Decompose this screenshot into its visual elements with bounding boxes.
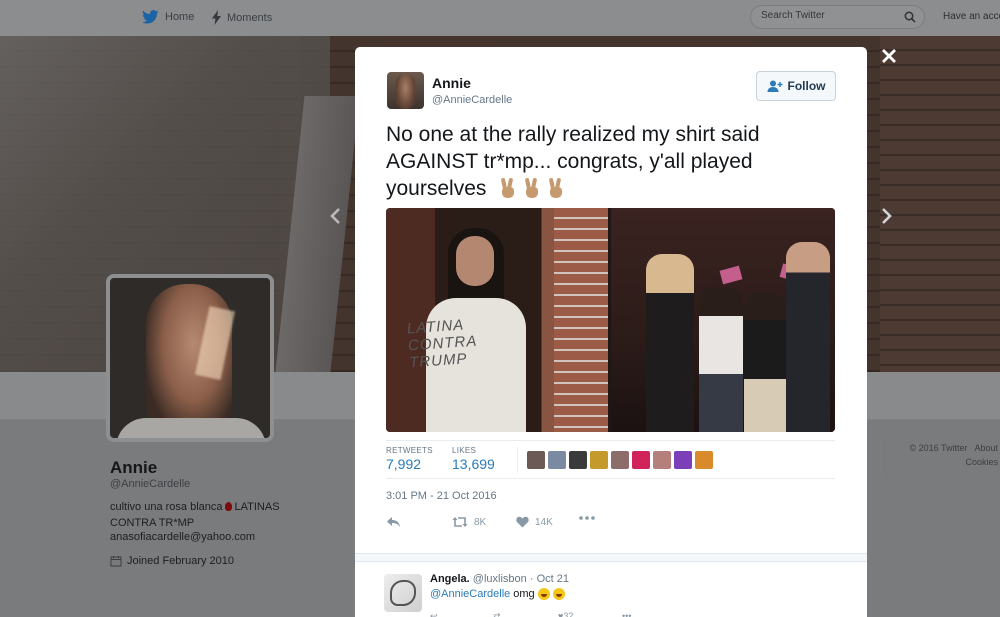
footer-about-link[interactable]: About <box>974 443 998 453</box>
profile-joined-text: Joined February 2010 <box>127 555 235 567</box>
have-account-link[interactable]: Have an accc <box>943 11 1000 22</box>
footer-copyright: © 2016 Twitter <box>909 443 968 453</box>
tweet-author-avatar[interactable] <box>387 72 424 109</box>
reply-retweet-icon[interactable]: ⇄ <box>493 611 501 617</box>
reply-like-button[interactable]: ♥ 32 <box>558 611 573 617</box>
retweet-count: 8K <box>474 516 487 528</box>
retweet-button[interactable]: 8K <box>452 516 486 528</box>
liker-avatar[interactable] <box>527 451 545 469</box>
reply-button[interactable] <box>386 516 401 528</box>
previous-tweet-arrow-icon[interactable] <box>326 205 346 227</box>
retweets-stat[interactable]: RETWEETS 7,992 <box>386 446 433 472</box>
tweet-actions: 8K 14K <box>386 514 835 534</box>
retweets-label: RETWEETS <box>386 446 433 455</box>
tweet-timestamp[interactable]: 3:01 PM - 21 Oct 2016 <box>386 490 497 502</box>
shirt-text: LATINA CONTRA TRUMP <box>406 316 478 372</box>
reply-actions: ↩ ⇄ ♥ 32 ••• <box>430 611 730 617</box>
reply-header: Angela. @luxlisbon · Oct 21 <box>430 573 569 585</box>
reply-separator <box>355 553 867 562</box>
rose-icon <box>224 502 232 511</box>
tweet-media[interactable]: LATINA CONTRA TRUMP <box>386 208 835 432</box>
retweet-icon <box>452 517 468 527</box>
tweet-author-handle[interactable]: @AnnieCardelle <box>432 94 512 106</box>
profile-email: anasofiacardelle@yahoo.com <box>110 531 256 543</box>
tweet-text: No one at the rally realized my shirt sa… <box>386 121 836 202</box>
reply-reply-icon[interactable]: ↩ <box>430 611 438 617</box>
profile-handle[interactable]: @AnnieCardelle <box>110 478 190 490</box>
footer-cookies-link[interactable]: Cookies <box>965 457 998 467</box>
tweet-author-name[interactable]: Annie <box>432 75 471 91</box>
search-input[interactable] <box>761 10 901 21</box>
twitter-bird-icon <box>142 10 159 24</box>
tweet-photo-1[interactable]: LATINA CONTRA TRUMP <box>386 208 608 432</box>
liker-avatar[interactable] <box>695 451 713 469</box>
liker-avatar[interactable] <box>674 451 692 469</box>
add-user-icon <box>767 80 782 92</box>
victory-hand-emoji-icon <box>499 177 516 198</box>
nav-moments-label: Moments <box>227 11 273 24</box>
reply-body: omg <box>513 588 535 600</box>
liker-avatar[interactable] <box>569 451 587 469</box>
reply-like-count: 32 <box>563 611 574 617</box>
liker-avatar[interactable] <box>548 451 566 469</box>
profile-avatar[interactable] <box>106 274 274 442</box>
more-dots-icon <box>579 516 595 520</box>
reply-author-avatar[interactable] <box>384 574 422 612</box>
reply-time[interactable]: Oct 21 <box>537 573 569 585</box>
follow-button-label: Follow <box>787 79 826 93</box>
top-navigation-bar: Home Moments Have an accc <box>0 0 1000 36</box>
reply-author-name[interactable]: Angela. <box>430 573 470 585</box>
liker-avatar[interactable] <box>632 451 650 469</box>
tweet-photo-2[interactable] <box>611 208 835 432</box>
more-button[interactable] <box>579 516 595 520</box>
nav-home[interactable]: Home <box>142 10 194 24</box>
victory-hand-emoji-icon <box>523 177 540 198</box>
search-icon[interactable] <box>904 11 916 23</box>
profile-bio: cultivo una rosa blanca LATINAS CONTRA TR… <box>110 499 325 531</box>
liker-avatar[interactable] <box>653 451 671 469</box>
liker-avatars <box>527 451 713 469</box>
next-tweet-arrow-icon[interactable] <box>876 205 896 227</box>
reply-mention[interactable]: @AnnieCardelle <box>430 588 510 600</box>
like-button[interactable]: 14K <box>516 516 553 528</box>
likes-stat[interactable]: LIKES 13,699 <box>452 446 495 472</box>
tweet-modal: Annie @AnnieCardelle Follow No one at th… <box>355 47 867 617</box>
profile-joined: Joined February 2010 <box>110 555 234 567</box>
reply-author-handle[interactable]: @luxlisbon <box>473 573 527 585</box>
reply-text: @AnnieCardelle omg <box>430 588 565 600</box>
lightning-icon <box>212 10 221 25</box>
reply-tweet[interactable]: Angela. @luxlisbon · Oct 21 @AnnieCardel… <box>355 562 867 617</box>
footer-links: © 2016 Twitter About Cookies <box>902 441 998 469</box>
reply-more-icon[interactable]: ••• <box>622 611 631 617</box>
tweet-stats: RETWEETS 7,992 LIKES 13,699 <box>386 440 835 479</box>
likes-label: LIKES <box>452 446 477 455</box>
retweets-count: 7,992 <box>386 456 422 472</box>
reply-icon <box>387 517 400 527</box>
joy-emoji-icon <box>552 588 565 600</box>
victory-hand-emoji-icon <box>547 177 564 198</box>
follow-button[interactable]: Follow <box>756 71 836 101</box>
joy-emoji-icon <box>537 588 550 600</box>
nav-home-label: Home <box>165 11 195 23</box>
liker-avatar[interactable] <box>611 451 629 469</box>
profile-name: Annie <box>110 458 158 477</box>
liker-avatar[interactable] <box>590 451 608 469</box>
close-icon[interactable] <box>879 46 899 66</box>
tweet-text-body: No one at the rally realized my shirt sa… <box>386 123 760 200</box>
likes-count: 13,699 <box>452 456 495 472</box>
nav-moments[interactable]: Moments <box>212 10 272 25</box>
search-box[interactable] <box>750 5 925 29</box>
calendar-icon <box>110 556 122 567</box>
like-count: 14K <box>535 516 553 528</box>
heart-icon <box>516 516 529 528</box>
profile-bio-part1: cultivo una rosa blanca <box>110 501 223 513</box>
